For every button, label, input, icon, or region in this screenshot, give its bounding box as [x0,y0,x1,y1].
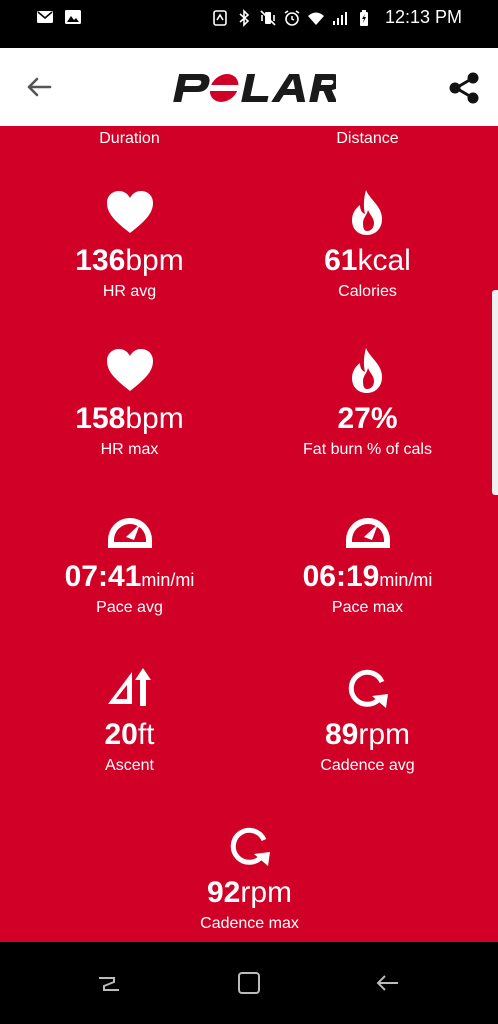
metric-value: 136bpm [75,244,184,277]
metric-value: 06:19min/mi [302,560,433,593]
nfc-icon [213,9,227,26]
share-icon [449,72,479,104]
signal-icon [332,11,347,25]
metric-pace-avg: 07:41min/mi Pace avg [5,504,254,618]
flame-icon [351,190,382,235]
heart-icon [106,349,153,391]
metric-cadence-avg: 89rpm Cadence avg [243,662,492,776]
mail-icon [37,11,53,23]
polar-logo [173,74,336,102]
speedometer-icon [107,518,152,548]
home-icon [238,972,260,994]
vibrate-icon [260,9,276,26]
metric-fat-burn: 27% Fat burn % of cals [243,346,492,460]
nav-back-button[interactable] [372,968,402,998]
metric-label: Cadence avg [320,757,415,774]
status-right-icons: 12:13 PM [211,7,462,28]
metric-hr-avg: 136bpm HR avg [5,188,254,302]
distance-label: Distance [336,130,399,147]
metric-calories: 61kcal Calories [243,188,492,302]
recents-icon [99,977,119,991]
metric-value: 61kcal [324,244,411,277]
metric-value: 158bpm [75,402,184,435]
status-bar: 12:13 PM [0,0,498,48]
training-summary[interactable]: Duration Distance 136bpm HR avg 61kcal C… [0,126,498,942]
metric-value: 20ft [104,718,155,751]
metric-label: Cadence max [200,915,299,932]
status-left-icons [36,8,82,26]
metric-hr-max: 158bpm HR max [5,346,254,460]
speedometer-icon [345,518,390,548]
home-button[interactable] [234,968,264,998]
scroll-handle[interactable] [492,290,498,495]
flame-icon [351,348,382,393]
nav-back-icon [376,975,398,991]
wifi-icon [307,12,324,25]
share-button[interactable] [444,68,484,108]
status-time: 12:13 PM [384,7,462,27]
arrow-left-icon [27,77,52,97]
heart-icon [106,191,153,233]
metric-value: 07:41min/mi [64,560,195,593]
metric-label: Fat burn % of cals [303,441,432,458]
image-icon [65,10,81,24]
metric-value: 92rpm [206,876,293,909]
metric-label: HR avg [102,283,157,300]
duration-label: Duration [99,130,160,147]
battery-charging-icon [359,9,368,26]
bluetooth-icon [239,8,250,27]
metric-label: HR max [100,441,159,458]
alarm-icon [284,9,300,26]
system-nav-bar [0,942,498,1024]
metric-label: Ascent [105,757,154,774]
metric-label: Pace avg [96,599,163,616]
metric-ascent: 20ft Ascent [5,662,254,776]
metric-cadence-max: 92rpm Cadence max [125,820,374,934]
metric-label: Pace max [331,599,404,616]
back-button[interactable] [22,70,56,104]
cadence-icon [348,669,388,708]
metric-label: Calories [338,283,397,300]
ascent-icon [107,668,151,706]
metric-value: 27% [337,402,398,435]
cadence-icon [230,827,270,866]
app-bar [0,48,498,127]
metric-pace-max: 06:19min/mi Pace max [243,504,492,618]
recents-button[interactable] [94,968,124,998]
metric-value: 89rpm [324,718,411,751]
